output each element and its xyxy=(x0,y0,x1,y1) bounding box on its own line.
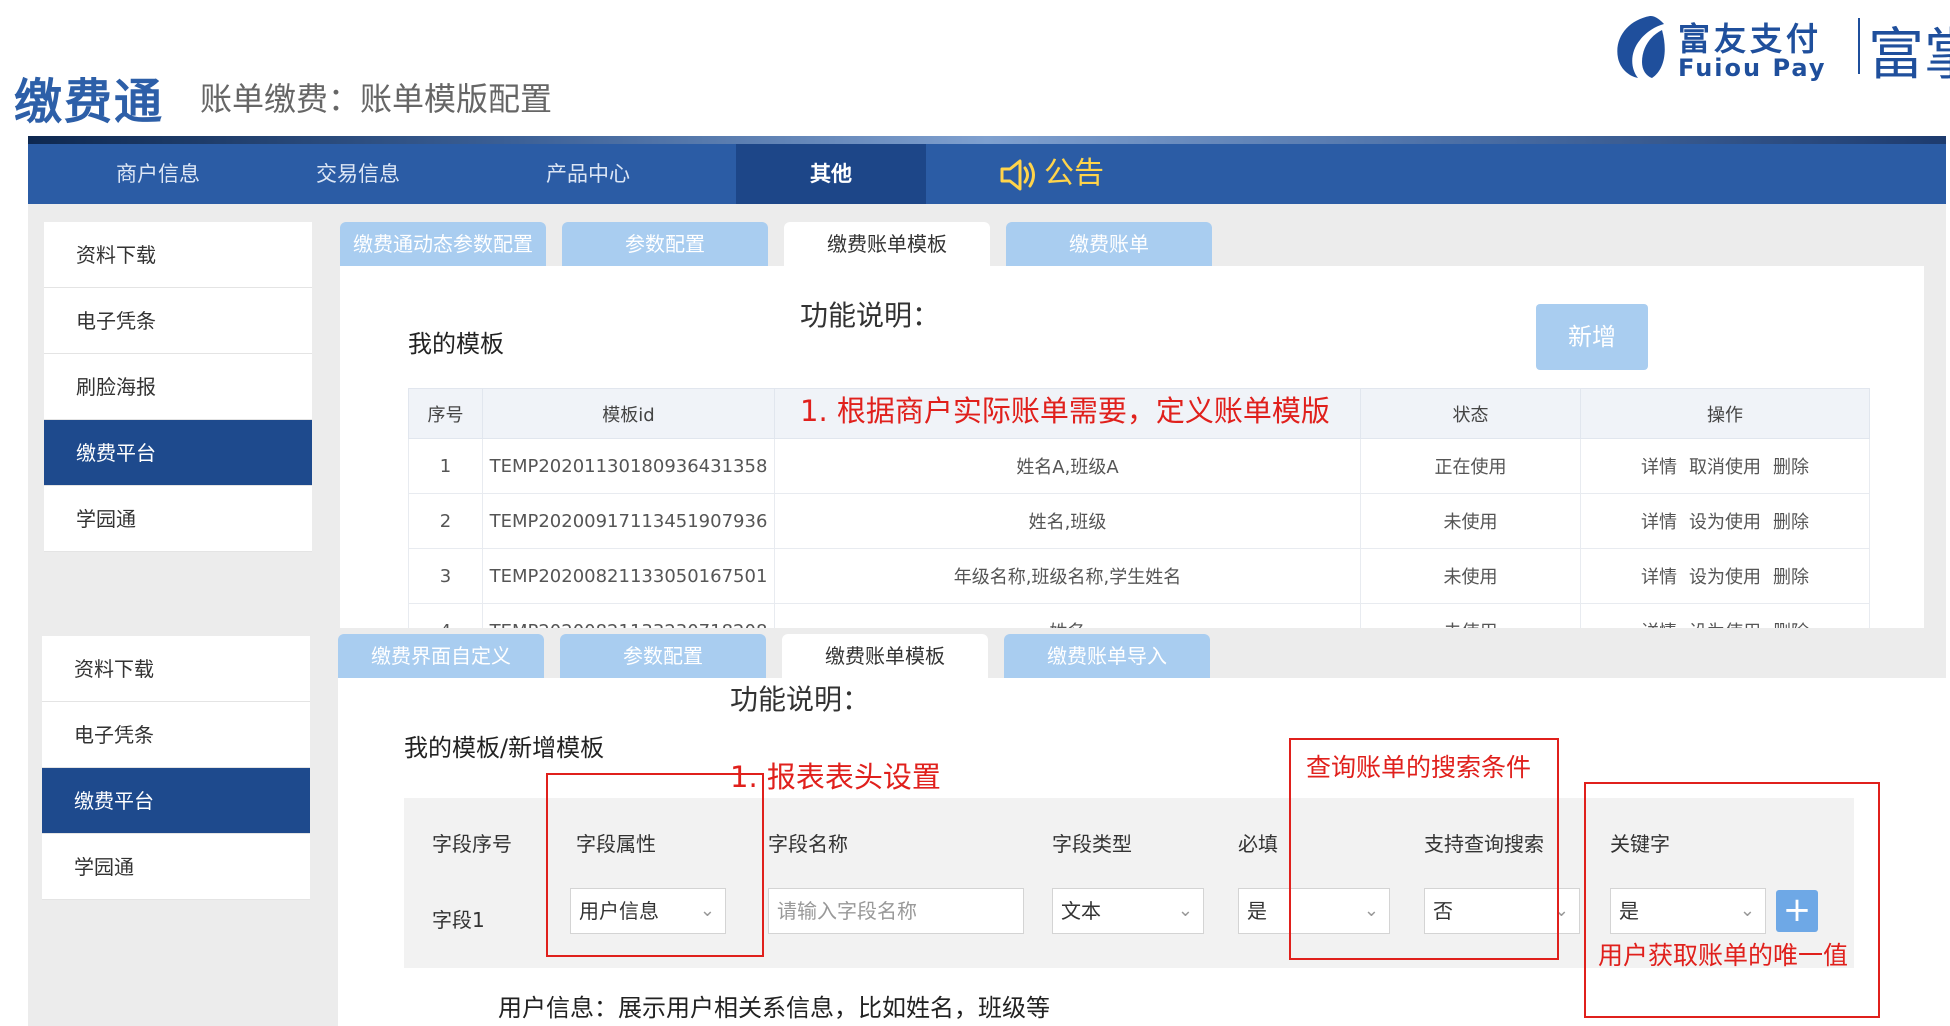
sidebar-item-campus[interactable]: 学园通 xyxy=(44,486,312,552)
op-link[interactable]: 详情 xyxy=(1641,512,1677,533)
field-row-label: 字段1 xyxy=(432,908,485,932)
table-row: 1 TEMP20201130180936431358 姓名A,班级A 正在使用 详情 取消… xyxy=(408,438,1870,494)
sidebar-item-receipts[interactable]: 电子凭条 xyxy=(44,288,312,354)
cell-fields: 姓名A,班级A xyxy=(774,438,1361,494)
cell-ops: 详情设为使用删除 xyxy=(1580,603,1870,628)
bottom-tabs: 缴费界面自定义 参数配置 缴费账单模板 缴费账单导入 xyxy=(338,634,1938,678)
footer-note: 用户信息：展示用户相关系信息，比如姓名，班级等 xyxy=(498,994,1050,1022)
nav-item-products[interactable]: 产品中心 xyxy=(488,144,688,204)
sidebar-item-payment-platform[interactable]: 缴费平台 xyxy=(44,420,312,486)
header-field-name: 字段名称 xyxy=(768,832,848,856)
cell-fields: 姓名 xyxy=(774,603,1361,628)
tab-bill-template[interactable]: 缴费账单模板 xyxy=(782,634,988,678)
cell-ops: 详情设为使用删除 xyxy=(1580,548,1870,604)
annotation-item: 1. 根据商户实际账单需要，定义账单模版 xyxy=(800,394,1330,428)
cell-template-id: TEMP20200821133230718208 xyxy=(482,603,775,628)
op-link[interactable]: 设为使用 xyxy=(1689,567,1761,588)
tab-dynamic-params[interactable]: 缴费通动态参数配置 xyxy=(340,222,546,266)
table-row: 4TEMP20200821133230718208姓名未使用详情设为使用删除 xyxy=(408,603,1870,628)
header-required: 必填 xyxy=(1238,832,1278,856)
cell-no: 1 xyxy=(408,438,483,494)
nav-banner-strip xyxy=(28,136,1946,144)
cell-fields: 年级名称,班级名称,学生姓名 xyxy=(774,548,1361,604)
cell-ops: 详情 取消使用 删除 xyxy=(1580,438,1870,494)
section-title: 我的模板 xyxy=(408,330,504,358)
cell-no: 3 xyxy=(408,548,483,604)
cell-ops: 详情设为使用删除 xyxy=(1580,493,1870,549)
bottom-sidebar: 资料下载 电子凭条 缴费平台 学园通 xyxy=(42,636,310,900)
sidebar-item-payment-platform[interactable]: 缴费平台 xyxy=(42,768,310,834)
cell-status: 未使用 xyxy=(1360,603,1581,628)
annotation-title: 功能说明： xyxy=(800,299,941,332)
field-name-placeholder: 请输入字段名称 xyxy=(777,899,917,923)
top-nav: 商户信息 交易信息 产品中心 其他 公告 xyxy=(28,144,1946,204)
company-logo: 富友支付 Fuiou Pay 富掌 xyxy=(1610,8,1950,88)
nav-item-other[interactable]: 其他 xyxy=(736,144,926,204)
field-type-select[interactable]: 文本 ⌄ xyxy=(1052,888,1204,934)
logo-english: Fuiou Pay xyxy=(1678,54,1827,82)
cell-status: 未使用 xyxy=(1360,548,1581,604)
chevron-down-icon: ⌄ xyxy=(1177,900,1193,921)
sidebar-item-face-poster[interactable]: 刷脸海报 xyxy=(44,354,312,420)
table-row: 2 TEMP20200917113451907936 姓名,班级 未使用 详情 设为使用删… xyxy=(408,493,1870,549)
field-name-input[interactable]: 请输入字段名称 xyxy=(768,888,1024,934)
col-header-status: 状态 xyxy=(1360,388,1581,439)
cell-status: 正在使用 xyxy=(1360,438,1581,494)
top-tabs: 缴费通动态参数配置 参数配置 缴费账单模板 缴费账单 xyxy=(340,222,1946,266)
nav-item-transaction[interactable]: 交易信息 xyxy=(258,144,458,204)
col-header-no: 序号 xyxy=(408,388,483,439)
cell-no: 4 xyxy=(408,603,483,628)
tab-bill-import[interactable]: 缴费账单导入 xyxy=(1004,634,1210,678)
tab-params[interactable]: 参数配置 xyxy=(560,634,766,678)
nav-notice[interactable]: 公告 xyxy=(998,144,1104,204)
col-header-id: 模板id xyxy=(482,388,775,439)
logo-divider xyxy=(1858,18,1860,74)
sidebar-item-receipts[interactable]: 电子凭条 xyxy=(42,702,310,768)
op-link[interactable]: 删除 xyxy=(1773,567,1809,588)
speaker-icon xyxy=(1000,159,1035,190)
section-title: 我的模板/新增模板 xyxy=(404,734,605,762)
notice-label: 公告 xyxy=(1044,156,1104,191)
logo-secondary: 富掌 xyxy=(1868,23,1950,88)
top-sidebar: 资料下载 电子凭条 刷脸海报 缴费平台 学园通 xyxy=(44,222,312,552)
tab-params[interactable]: 参数配置 xyxy=(562,222,768,266)
tab-bills[interactable]: 缴费账单 xyxy=(1006,222,1212,266)
op-link[interactable]: 删除 xyxy=(1773,457,1809,478)
cell-template-id: TEMP20200821133050167501 xyxy=(482,548,775,604)
highlight-field-attr xyxy=(546,773,764,957)
required-value: 是 xyxy=(1247,899,1267,923)
cell-status: 未使用 xyxy=(1360,493,1581,549)
page-subtitle: 账单缴费：账单模版配置 xyxy=(200,80,553,118)
op-link[interactable]: 设为使用 xyxy=(1689,512,1761,533)
cell-template-id: TEMP20201130180936431358 xyxy=(482,438,775,494)
op-link[interactable]: 详情 xyxy=(1641,457,1677,478)
cell-fields: 姓名,班级 xyxy=(774,493,1361,549)
op-link[interactable]: 取消使用 xyxy=(1689,457,1761,478)
op-link[interactable]: 删除 xyxy=(1773,512,1809,533)
brand-title: 缴费通 xyxy=(14,74,165,130)
sidebar-item-downloads[interactable]: 资料下载 xyxy=(44,222,312,288)
header-field-type: 字段类型 xyxy=(1052,832,1132,856)
col-header-ops: 操作 xyxy=(1580,388,1870,439)
annotation-title: 功能说明： xyxy=(730,683,871,716)
tab-bill-template[interactable]: 缴费账单模板 xyxy=(784,222,990,266)
search-conditions-note: 查询账单的搜索条件 xyxy=(1306,753,1532,782)
highlight-keyword xyxy=(1584,782,1880,1018)
field-type-value: 文本 xyxy=(1061,899,1101,923)
cell-template-id: TEMP20200917113451907936 xyxy=(482,493,775,549)
nav-item-merchant[interactable]: 商户信息 xyxy=(28,144,288,204)
op-link[interactable]: 详情 xyxy=(1641,567,1677,588)
template-table-body: 1 TEMP20201130180936431358 姓名A,班级A 正在使用 详情 取消… xyxy=(408,438,1870,628)
add-button[interactable]: 新增 xyxy=(1536,304,1648,370)
top-content: 我的模板 新增 序号 模板id 状态 操作 1 TEMP2020113018093… xyxy=(340,266,1924,628)
tab-ui-custom[interactable]: 缴费界面自定义 xyxy=(338,634,544,678)
top-panel: 资料下载 电子凭条 刷脸海报 缴费平台 学园通 缴费通动态参数配置 参数配置 缴… xyxy=(28,204,1946,628)
table-row: 3 TEMP20200821133050167501 年级名称,班级名称,学生姓名未… xyxy=(408,548,1870,604)
keyword-note: 用户获取账单的唯一值 xyxy=(1598,941,1849,970)
cell-no: 2 xyxy=(408,493,483,549)
header-field-no: 字段序号 xyxy=(432,832,512,856)
fuiou-logo-icon xyxy=(1617,16,1665,78)
sidebar-item-campus[interactable]: 学园通 xyxy=(42,834,310,900)
sidebar-item-downloads[interactable]: 资料下载 xyxy=(42,636,310,702)
